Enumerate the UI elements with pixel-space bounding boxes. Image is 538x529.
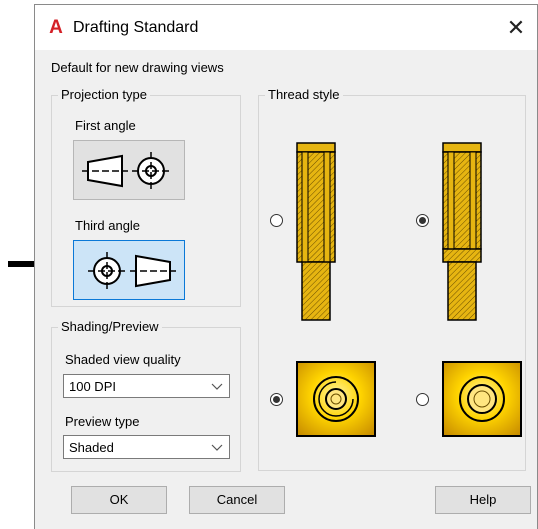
help-button[interactable]: Help xyxy=(435,486,531,514)
third-angle-label: Third angle xyxy=(75,218,141,233)
shading-preview-legend: Shading/Preview xyxy=(58,319,162,335)
thread-end-view-plain-icon xyxy=(442,361,522,437)
projection-type-legend: Projection type xyxy=(58,87,150,103)
shading-preview-group: Shading/Preview Shaded view quality 100 … xyxy=(51,319,241,472)
third-angle-symbol-icon xyxy=(88,252,176,290)
subtitle-label: Default for new drawing views xyxy=(51,60,224,75)
cancel-button[interactable]: Cancel xyxy=(189,486,285,514)
shaded-view-quality-label: Shaded view quality xyxy=(65,352,181,367)
thread-style-group: Thread style xyxy=(258,87,526,471)
thread-end-view-shaded-icon xyxy=(296,361,376,437)
thread-style-radio-2[interactable] xyxy=(416,214,429,227)
thread-style-legend: Thread style xyxy=(265,87,343,103)
preview-type-value: Shaded xyxy=(69,440,114,455)
preview-type-label: Preview type xyxy=(65,414,140,429)
dialog-title: Drafting Standard xyxy=(73,19,199,36)
autocad-logo-icon: A xyxy=(49,17,63,38)
thread-style-radio-1[interactable] xyxy=(270,214,283,227)
radio-selected-dot xyxy=(273,396,280,403)
first-angle-symbol-icon xyxy=(82,152,170,190)
drafting-standard-dialog: A Drafting Standard ✕ Default for new dr… xyxy=(34,4,538,529)
first-angle-label: First angle xyxy=(75,118,136,133)
close-button[interactable]: ✕ xyxy=(495,5,537,50)
chevron-down-icon xyxy=(211,383,223,390)
third-angle-button[interactable] xyxy=(73,240,185,300)
title-bar: A Drafting Standard ✕ xyxy=(35,5,537,50)
projection-type-group: Projection type First angle Third angle xyxy=(51,87,241,307)
thread-hatched-partial-icon xyxy=(442,142,482,321)
radio-selected-dot xyxy=(419,217,426,224)
chevron-down-icon xyxy=(211,444,223,451)
shaded-view-quality-value: 100 DPI xyxy=(69,379,116,394)
first-angle-button[interactable] xyxy=(73,140,185,200)
thread-style-radio-4[interactable] xyxy=(416,393,429,406)
shaded-view-quality-select[interactable]: 100 DPI xyxy=(63,374,230,398)
thread-style-radio-3[interactable] xyxy=(270,393,283,406)
ok-button[interactable]: OK xyxy=(71,486,167,514)
thread-hatched-full-icon xyxy=(296,142,336,321)
preview-type-select[interactable]: Shaded xyxy=(63,435,230,459)
